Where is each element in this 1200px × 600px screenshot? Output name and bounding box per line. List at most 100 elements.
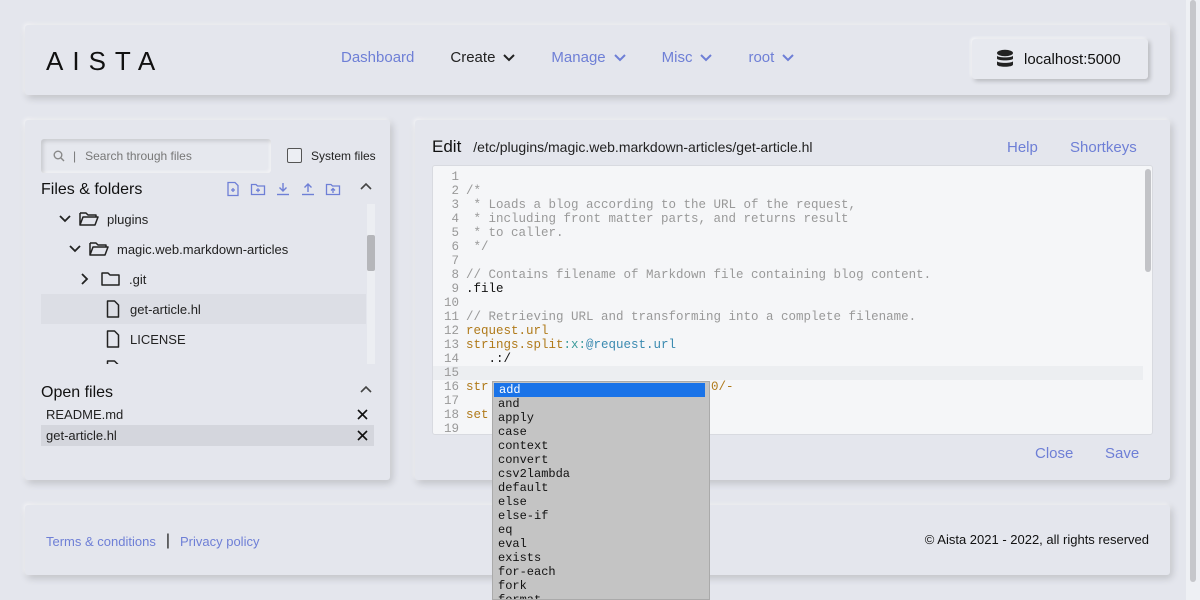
code-line: 10: [433, 296, 1133, 310]
code-text: .:/: [466, 352, 512, 366]
code-text: * to caller.: [466, 226, 564, 240]
code-line: 1: [433, 170, 1133, 184]
shortkeys-link[interactable]: Shortkeys: [1070, 139, 1137, 156]
editor-scrollbar-thumb[interactable]: [1145, 169, 1151, 272]
download-icon[interactable]: [275, 181, 291, 197]
database-icon: [997, 49, 1013, 67]
aista-logo[interactable]: AISTA: [46, 46, 164, 77]
top-navbar: AISTA Dashboard Create Manage Misc root …: [25, 25, 1170, 95]
chevron-up-icon[interactable]: [360, 182, 372, 190]
tree-scrollbar[interactable]: [367, 204, 375, 364]
autocomplete-item[interactable]: and: [493, 397, 709, 411]
autocomplete-dropdown[interactable]: add and apply case context convert csv2lambda d…: [492, 381, 710, 600]
chevron-right-icon: [81, 273, 89, 285]
files-folders-title: Files & folders: [41, 181, 143, 198]
open-file-get-article[interactable]: get-article.hl: [41, 425, 374, 446]
file-icon: [106, 330, 120, 348]
close-button[interactable]: Close: [1035, 445, 1073, 462]
code-line: 3 * Loads a blog according to the URL of…: [433, 198, 1133, 212]
autocomplete-item[interactable]: exists: [493, 551, 709, 565]
line-number: 4: [451, 212, 459, 226]
code-text: * including front matter parts, and retu…: [466, 212, 849, 226]
page-scrollbar-thumb[interactable]: [1190, 0, 1196, 582]
line-number: 6: [451, 240, 459, 254]
autocomplete-item[interactable]: eval: [493, 537, 709, 551]
line-number: 2: [451, 184, 459, 198]
tree-item-magic-web-markdown-articles[interactable]: magic.web.markdown-articles: [41, 234, 366, 264]
save-button[interactable]: Save: [1105, 445, 1139, 462]
page-scrollbar[interactable]: [1186, 0, 1200, 600]
code-text: strings.split:x:@request.url: [466, 338, 677, 352]
upload-folder-icon[interactable]: [325, 181, 341, 197]
autocomplete-item[interactable]: fork: [493, 579, 709, 593]
system-files-checkbox[interactable]: [287, 148, 302, 163]
line-number: 16: [443, 380, 459, 394]
chevron-down-icon: [782, 53, 795, 61]
folder-icon: [101, 271, 121, 287]
tree-scrollbar-thumb[interactable]: [367, 235, 375, 271]
nav-create[interactable]: Create: [450, 49, 516, 66]
code-line: 11 // Retrieving URL and transforming int…: [433, 310, 1133, 324]
code-text: str: [466, 380, 489, 394]
close-icon[interactable]: [357, 409, 368, 420]
autocomplete-item[interactable]: else: [493, 495, 709, 509]
open-files-title: Open files: [41, 384, 114, 401]
line-number: 12: [443, 324, 459, 338]
tree-item-git[interactable]: .git: [41, 264, 366, 294]
help-link[interactable]: Help: [1007, 139, 1038, 156]
autocomplete-item[interactable]: case: [493, 425, 709, 439]
nav-misc-label: Misc: [661, 49, 693, 66]
autocomplete-item[interactable]: default: [493, 481, 709, 495]
autocomplete-item[interactable]: csv2lambda: [493, 467, 709, 481]
line-number: 11: [443, 310, 459, 324]
upload-icon[interactable]: [300, 181, 316, 197]
autocomplete-item[interactable]: context: [493, 439, 709, 453]
autocomplete-item[interactable]: add: [494, 383, 705, 397]
close-icon[interactable]: [357, 430, 368, 441]
nav-manage[interactable]: Manage: [551, 49, 626, 66]
new-file-icon[interactable]: [225, 181, 241, 197]
new-folder-icon[interactable]: [250, 181, 266, 197]
autocomplete-item[interactable]: for-each: [493, 565, 709, 579]
terms-link[interactable]: Terms & conditions: [46, 534, 156, 549]
nav-root-label: root: [748, 49, 775, 66]
tree-item-license[interactable]: LICENSE: [41, 324, 366, 354]
privacy-link[interactable]: Privacy policy: [180, 534, 259, 549]
autocomplete-item[interactable]: convert: [493, 453, 709, 467]
files-panel: | Search through files System files File…: [25, 120, 390, 480]
code-line: 9 .file: [433, 282, 1133, 296]
server-button[interactable]: localhost:5000: [972, 39, 1148, 79]
system-files-toggle[interactable]: System files: [287, 148, 376, 163]
line-number: 15: [443, 366, 459, 380]
chevron-up-icon[interactable]: [360, 385, 372, 393]
tree-item-get-article[interactable]: get-article.hl: [41, 294, 366, 324]
tree-item-plugins[interactable]: plugins: [41, 204, 366, 234]
nav-root[interactable]: root: [748, 49, 795, 66]
code-line: 14 .:/: [433, 352, 1133, 366]
nav-dashboard-label: Dashboard: [341, 49, 415, 66]
nav-manage-label: Manage: [551, 49, 606, 66]
search-input[interactable]: | Search through files: [41, 139, 271, 173]
open-file-label: README.md: [46, 407, 124, 422]
code-line: 6 */: [433, 240, 1133, 254]
nav-dashboard[interactable]: Dashboard: [341, 49, 414, 66]
autocomplete-item[interactable]: eq: [493, 523, 709, 537]
line-number: 17: [443, 394, 459, 408]
folder-open-icon: [89, 241, 109, 257]
nav-misc[interactable]: Misc: [662, 49, 713, 66]
autocomplete-item[interactable]: apply: [493, 411, 709, 425]
code-line: 5 * to caller.: [433, 226, 1133, 240]
tree-item-label: magic.web.markdown-articles: [117, 241, 289, 257]
autocomplete-item[interactable]: else-if: [493, 509, 709, 523]
code-line: 13 strings.split:x:@request.url: [433, 338, 1133, 352]
code-line: 7: [433, 254, 1133, 268]
open-file-readme[interactable]: README.md: [41, 404, 374, 425]
file-toolbar: [225, 181, 341, 197]
code-text: * Loads a blog according to the URL of t…: [466, 198, 857, 212]
nav-create-label: Create: [450, 49, 496, 66]
autocomplete-item[interactable]: format: [493, 593, 709, 599]
code-line: 15: [433, 366, 1133, 380]
tree-item-partial: [41, 354, 366, 364]
line-number: 8: [451, 268, 459, 282]
editor-heading: Edit /etc/plugins/magic.web.markdown-art…: [432, 137, 813, 157]
